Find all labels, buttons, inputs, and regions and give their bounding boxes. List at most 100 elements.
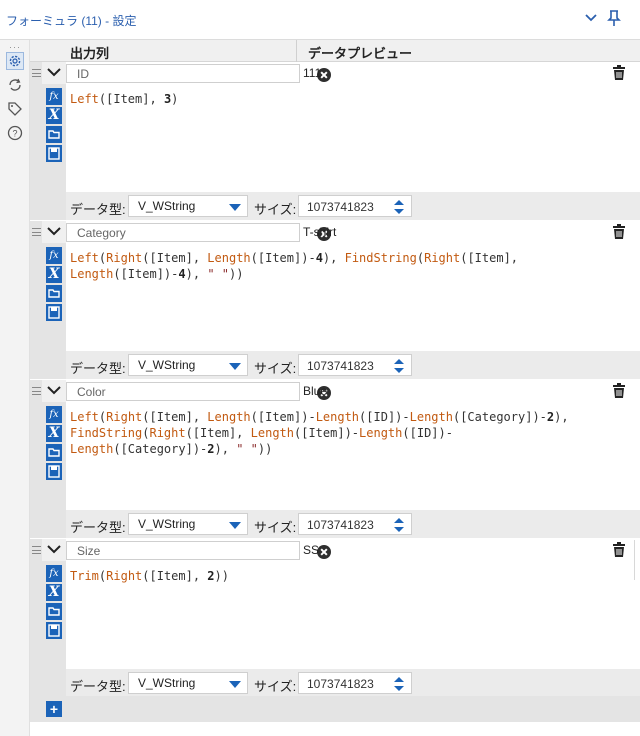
stepper-arrows-icon[interactable] <box>391 516 407 534</box>
help-icon[interactable]: ? <box>6 124 24 142</box>
data-type-select[interactable]: V_WString <box>128 513 248 535</box>
output-column-input[interactable] <box>69 66 269 81</box>
data-type-select[interactable]: V_WString <box>128 354 248 376</box>
formula-toolbar: fx X <box>42 402 66 538</box>
expression-token: ), <box>214 442 237 456</box>
output-column-input[interactable] <box>69 225 269 240</box>
expression-token: " " <box>207 267 229 281</box>
scrollbar[interactable] <box>634 540 639 580</box>
expression-token: ([Category])- <box>113 442 208 456</box>
fx-icon[interactable]: fx <box>46 565 62 582</box>
variable-icon[interactable]: X <box>46 584 62 601</box>
expression-editor[interactable]: Trim(Right([Item], 2)) <box>66 561 640 669</box>
fx-icon[interactable]: fx <box>46 406 62 423</box>
variable-icon[interactable]: X <box>46 266 62 283</box>
expression-token: FindString <box>70 426 143 440</box>
folder-icon[interactable] <box>46 603 62 620</box>
formula-footer: データ型: V_WString サイズ: 1073741823 <box>66 510 640 538</box>
size-stepper[interactable]: 1073741823 <box>298 672 412 694</box>
fx-icon[interactable]: fx <box>46 88 62 105</box>
expression-token: Right <box>424 251 461 265</box>
data-preview-value: SS <box>303 543 320 557</box>
stepper-arrows-icon[interactable] <box>391 198 407 216</box>
data-type-label: データ型: <box>70 361 126 376</box>
pin-icon[interactable] <box>606 9 622 27</box>
grip-icon[interactable] <box>32 228 41 236</box>
formula-footer: データ型: V_WString サイズ: 1073741823 <box>66 351 640 379</box>
save-icon[interactable] <box>46 463 62 480</box>
overflow-dots-icon[interactable]: ··· <box>9 42 21 52</box>
trash-icon[interactable] <box>612 383 626 399</box>
output-column-field[interactable] <box>66 541 331 560</box>
expression-token: 2 <box>207 569 215 583</box>
output-column-field[interactable] <box>66 223 331 242</box>
size-label: サイズ: <box>254 202 297 217</box>
size-stepper[interactable]: 1073741823 <box>298 195 412 217</box>
folder-icon[interactable] <box>46 444 62 461</box>
data-preview-value: Blue <box>303 384 328 398</box>
output-column-field[interactable] <box>66 382 331 401</box>
chevron-down-icon <box>47 545 61 554</box>
output-column-input[interactable] <box>69 543 269 558</box>
folder-icon[interactable] <box>46 285 62 302</box>
expression-token: ([Item], <box>98 92 164 106</box>
collapse-toggle[interactable] <box>42 380 66 402</box>
size-stepper[interactable]: 1073741823 <box>298 513 412 535</box>
expression-token: ), <box>322 251 345 265</box>
save-icon[interactable] <box>46 304 62 321</box>
add-icon[interactable]: + <box>46 701 62 717</box>
expression-token: ), <box>554 410 569 424</box>
chevron-down-icon <box>47 68 61 77</box>
clear-icon[interactable] <box>317 545 331 559</box>
size-label: サイズ: <box>254 361 297 376</box>
gear-icon[interactable] <box>6 52 24 70</box>
save-icon[interactable] <box>46 622 62 639</box>
output-column-field[interactable] <box>66 64 331 83</box>
expression-token: Length <box>409 410 453 424</box>
header-divider[interactable] <box>296 40 297 62</box>
grip-icon[interactable] <box>32 387 41 395</box>
grip-icon[interactable] <box>32 69 41 77</box>
expression-editor[interactable]: Left(Right([Item], Length([Item])-Length… <box>66 402 640 510</box>
data-type-select[interactable]: V_WString <box>128 195 248 217</box>
size-stepper[interactable]: 1073741823 <box>298 354 412 376</box>
tag-icon[interactable] <box>6 100 24 118</box>
variable-icon[interactable]: X <box>46 425 62 442</box>
size-value: 1073741823 <box>307 677 374 691</box>
collapse-toggle[interactable] <box>42 62 66 84</box>
collapse-toggle[interactable] <box>42 539 66 561</box>
trash-icon[interactable] <box>612 65 626 81</box>
formula-block: Blue fx X Left(Right([Item], Length([Ite… <box>30 380 640 538</box>
trash-icon[interactable] <box>612 224 626 240</box>
fx-icon[interactable]: fx <box>46 247 62 264</box>
data-preview-value: 111 <box>303 66 322 80</box>
grip-icon[interactable] <box>32 546 41 554</box>
formula-gutter <box>30 380 42 538</box>
chevron-down-icon[interactable] <box>584 11 598 25</box>
expression-token: FindString <box>344 251 417 265</box>
output-column-input[interactable] <box>69 384 269 399</box>
data-type-label: データ型: <box>70 679 126 694</box>
expression-editor[interactable]: Left([Item], 3) <box>66 84 640 192</box>
folder-icon[interactable] <box>46 126 62 143</box>
collapse-toggle[interactable] <box>42 221 66 243</box>
refresh-icon[interactable] <box>6 76 24 94</box>
chevron-down-icon <box>47 227 61 236</box>
expression-token: ) <box>171 92 179 106</box>
data-type-value: V_WString <box>138 199 196 213</box>
variable-icon[interactable]: X <box>46 107 62 124</box>
formula-gutter <box>30 221 42 379</box>
window-title: フォーミュラ (11) - 設定 <box>6 14 137 28</box>
stepper-arrows-icon[interactable] <box>391 357 407 375</box>
save-icon[interactable] <box>46 145 62 162</box>
formula-block: T-shirt fx X Left(Right([Item], Length([… <box>30 221 640 379</box>
formula-toolbar: fx X <box>42 84 66 220</box>
add-formula-row: + <box>30 696 640 722</box>
stepper-arrows-icon[interactable] <box>391 675 407 693</box>
data-type-select[interactable]: V_WString <box>128 672 248 694</box>
expression-token: ([Item])- <box>113 267 179 281</box>
size-value: 1073741823 <box>307 518 374 532</box>
trash-icon[interactable] <box>612 542 626 558</box>
expression-editor[interactable]: Left(Right([Item], Length([Item])-4), Fi… <box>66 243 640 351</box>
expression-token: 4 <box>178 267 186 281</box>
